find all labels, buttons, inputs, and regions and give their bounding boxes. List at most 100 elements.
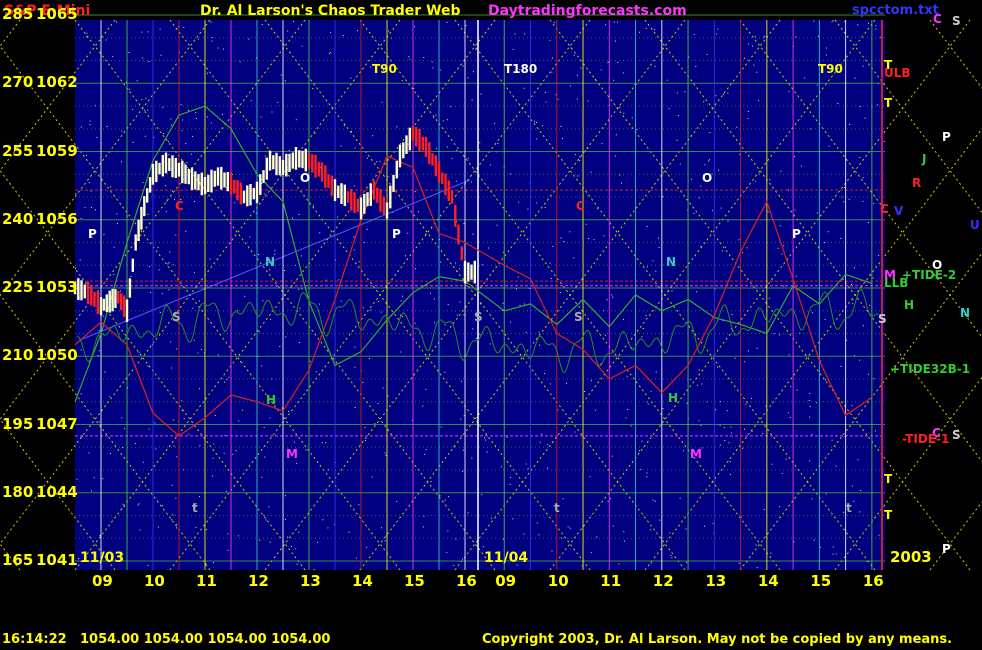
star: [149, 266, 151, 268]
star: [358, 261, 360, 263]
star: [621, 182, 622, 184]
star: [811, 498, 813, 500]
star: [698, 420, 700, 422]
inline-label: t: [846, 501, 852, 515]
star: [299, 307, 301, 309]
star: [343, 125, 345, 127]
star: [414, 322, 416, 324]
left-scale-tick: 240: [2, 209, 34, 228]
star: [727, 220, 729, 222]
star: [832, 546, 834, 548]
star: [467, 157, 469, 159]
star: [285, 336, 287, 338]
star: [527, 208, 529, 210]
star: [88, 182, 90, 184]
star: [447, 304, 449, 306]
status-quote: 1054.00 1054.00 1054.00 1054.00: [80, 632, 331, 647]
star: [169, 251, 171, 253]
star: [652, 260, 654, 262]
star: [86, 32, 88, 34]
star: [717, 366, 719, 368]
star: [467, 512, 469, 514]
star: [788, 91, 790, 93]
star: [816, 212, 818, 214]
star: [577, 175, 579, 177]
star: [809, 392, 811, 394]
star: [671, 290, 673, 292]
star: [541, 433, 543, 435]
star: [539, 441, 541, 443]
star: [615, 40, 616, 42]
time-tick: 10: [547, 572, 569, 590]
star: [80, 393, 82, 395]
diagonal-line: [929, 19, 982, 89]
star: [825, 54, 827, 56]
star: [298, 288, 300, 290]
diagonal-line: [929, 501, 982, 571]
star: [227, 533, 229, 535]
star: [199, 300, 200, 302]
star: [481, 494, 483, 496]
star: [626, 375, 628, 377]
star: [274, 250, 276, 252]
star: [473, 71, 474, 73]
star: [496, 224, 498, 226]
star: [172, 264, 174, 266]
star: [700, 185, 702, 187]
star: [325, 442, 327, 444]
star: [851, 284, 852, 285]
star: [430, 292, 431, 294]
star: [825, 493, 827, 495]
star: [717, 28, 719, 30]
star: [102, 478, 104, 480]
star: [576, 74, 578, 76]
star: [313, 569, 315, 571]
right-label: H: [904, 298, 915, 312]
star: [686, 561, 688, 563]
star: [432, 67, 434, 69]
right-label: P: [942, 130, 951, 144]
star: [509, 484, 511, 485]
star: [340, 145, 342, 147]
star: [440, 426, 442, 428]
star: [175, 497, 177, 499]
star: [816, 402, 818, 404]
star: [715, 95, 717, 97]
star: [658, 247, 660, 248]
star: [364, 427, 366, 428]
star: [210, 122, 212, 124]
status-time: 16:14:22: [2, 632, 67, 647]
star: [816, 84, 818, 86]
star: [366, 157, 368, 159]
star: [342, 35, 344, 37]
time-tick: 15: [810, 572, 832, 590]
star: [384, 540, 386, 542]
star: [213, 562, 214, 564]
star: [85, 154, 87, 156]
star: [364, 440, 366, 441]
star: [309, 360, 311, 362]
star: [756, 567, 758, 569]
time-tick: 12: [652, 572, 674, 590]
copyright: Copyright 2003, Dr. Al Larson. May not b…: [482, 632, 953, 647]
star: [461, 380, 463, 382]
star: [729, 461, 731, 463]
star: [76, 478, 78, 480]
star: [405, 255, 406, 257]
star: [549, 262, 551, 264]
left-scale-tick: 255: [2, 141, 34, 160]
star: [742, 447, 744, 449]
star: [533, 120, 535, 122]
star: [552, 57, 553, 59]
star: [593, 239, 595, 241]
star: [813, 539, 815, 541]
star: [500, 466, 502, 468]
star: [408, 56, 410, 58]
star: [425, 233, 427, 235]
star: [387, 176, 389, 178]
star: [476, 337, 478, 339]
site-name[interactable]: Daytradingforecasts.com: [488, 3, 687, 19]
star: [607, 62, 609, 64]
star: [155, 448, 157, 450]
inline-label: P: [88, 227, 97, 241]
